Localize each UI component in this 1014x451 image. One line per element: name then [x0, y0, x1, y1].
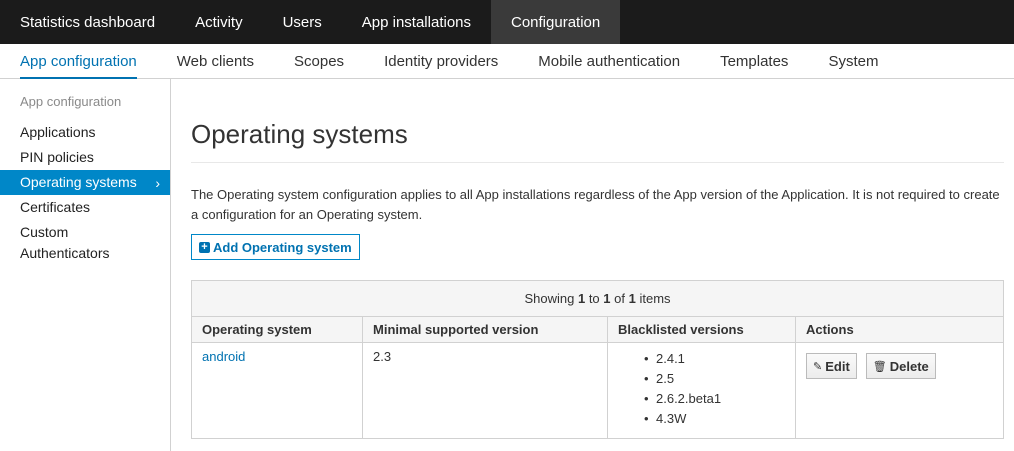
chevron-right-icon: ›	[155, 175, 160, 191]
summary-from: 1	[577, 291, 586, 306]
subtab-app-configuration[interactable]: App configuration	[20, 44, 137, 79]
sidebar-item-label: Operating systems	[20, 174, 137, 190]
list-item: 4.3W	[644, 409, 785, 429]
subtab-scopes[interactable]: Scopes	[294, 44, 344, 78]
summary-to-word: to	[588, 291, 600, 306]
subtab-mobile-authentication[interactable]: Mobile authentication	[538, 44, 680, 78]
os-link-android[interactable]: android	[202, 349, 245, 364]
list-item: 2.5	[644, 369, 785, 389]
sidebar-heading: App configuration	[20, 94, 122, 109]
edit-button-label: Edit	[825, 358, 850, 374]
subtab-templates[interactable]: Templates	[720, 44, 788, 78]
table-row: android 2.3 2.4.1 2.5 2.6.2.beta1 4.3W ✎…	[192, 343, 1003, 438]
column-header-blacklisted-versions[interactable]: Blacklisted versions	[608, 317, 796, 342]
top-nav: Statistics dashboard Activity Users App …	[0, 0, 1014, 44]
cell-actions: ✎ Edit 🗑 Delete	[796, 343, 1003, 438]
list-item: 2.6.2.beta1	[644, 389, 785, 409]
sidebar: App configuration Applications PIN polic…	[0, 79, 171, 451]
tab-app-installations[interactable]: App installations	[342, 0, 491, 44]
summary-of-word: of	[614, 291, 625, 306]
page-description: The Operating system configuration appli…	[191, 187, 1000, 222]
sidebar-item-custom-authenticators[interactable]: Custom Authenticators	[0, 222, 130, 264]
edit-button[interactable]: ✎ Edit	[806, 353, 857, 379]
subtab-identity-providers[interactable]: Identity providers	[384, 44, 498, 78]
cell-minimal-version: 2.3	[363, 343, 608, 438]
delete-button-label: Delete	[889, 358, 929, 374]
list-item: 2.4.1	[644, 349, 785, 369]
table-header-row: Operating system Minimal supported versi…	[192, 317, 1003, 343]
sidebar-item-applications[interactable]: Applications	[0, 122, 170, 143]
page-title: Operating systems	[191, 119, 408, 149]
plus-square-icon: +	[199, 241, 210, 253]
subtab-system[interactable]: System	[828, 44, 878, 78]
sub-nav: App configuration Web clients Scopes Ide…	[0, 44, 1014, 79]
sidebar-item-operating-systems[interactable]: Operating systems ›	[0, 170, 170, 195]
blacklisted-versions-list: 2.4.1 2.5 2.6.2.beta1 4.3W	[618, 349, 785, 429]
column-header-operating-system[interactable]: Operating system	[192, 317, 363, 342]
sidebar-item-certificates[interactable]: Certificates	[0, 197, 170, 218]
add-button-label: Add Operating system	[213, 239, 352, 255]
sidebar-item-pin-policies[interactable]: PIN policies	[0, 147, 170, 168]
title-divider	[191, 162, 1004, 163]
tab-users[interactable]: Users	[263, 0, 342, 44]
table-summary: Showing 1 to 1 of 1 items	[192, 281, 1003, 317]
summary-total: 1	[628, 291, 636, 306]
pencil-icon: ✎	[813, 360, 823, 373]
trash-icon: 🗑	[872, 360, 887, 373]
tab-statistics-dashboard[interactable]: Statistics dashboard	[0, 0, 175, 44]
delete-button[interactable]: 🗑 Delete	[865, 353, 936, 379]
cell-operating-system: android	[192, 343, 363, 438]
cell-blacklisted-versions: 2.4.1 2.5 2.6.2.beta1 4.3W	[608, 343, 796, 438]
summary-to: 1	[603, 291, 611, 306]
column-header-minimal-version[interactable]: Minimal supported version	[363, 317, 608, 342]
operating-systems-table: Showing 1 to 1 of 1 items Operating syst…	[191, 280, 1004, 439]
subtab-web-clients[interactable]: Web clients	[177, 44, 254, 78]
add-operating-system-button[interactable]: + Add Operating system	[191, 234, 360, 260]
summary-suffix: items	[639, 291, 671, 306]
tab-activity[interactable]: Activity	[175, 0, 263, 44]
tab-configuration[interactable]: Configuration	[491, 0, 621, 44]
column-header-actions: Actions	[806, 322, 854, 337]
summary-prefix: Showing	[524, 291, 575, 306]
